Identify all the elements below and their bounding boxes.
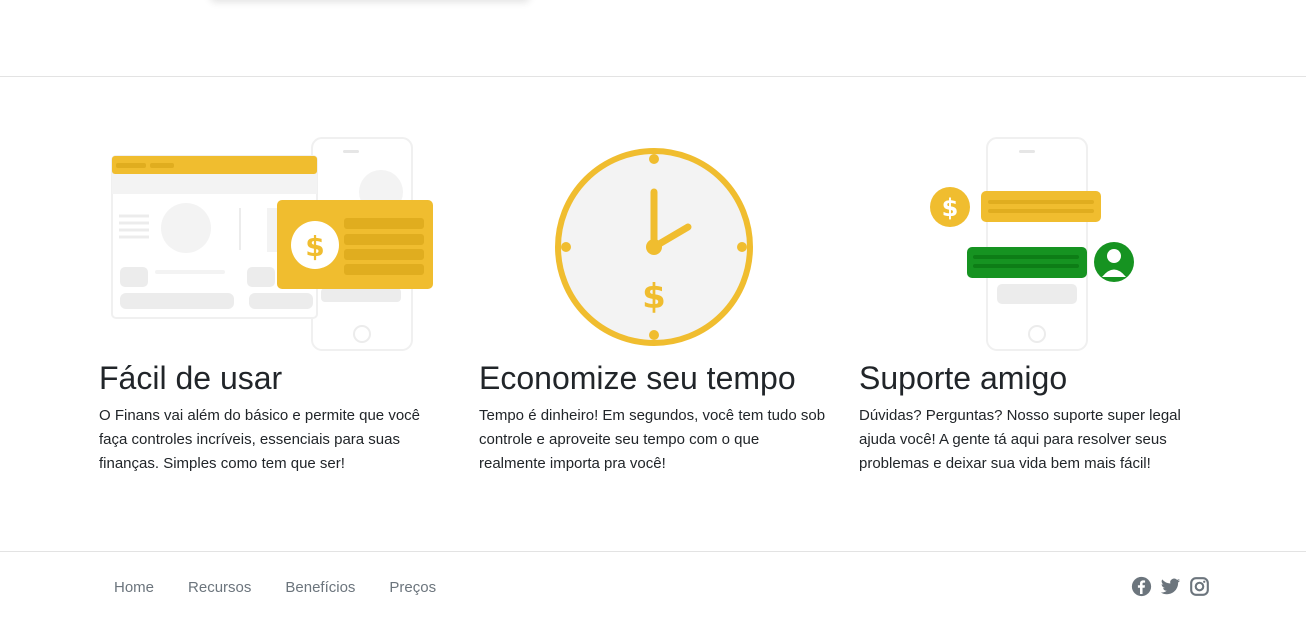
svg-text:$: $	[305, 230, 324, 263]
dashboard-phone-illustration-icon: $	[111, 137, 433, 351]
social-links	[1131, 576, 1210, 597]
page: $ Fácil de usar O Finans vai além do bás…	[0, 0, 1306, 623]
footer-nav: Home Recursos Benefícios Preços	[114, 577, 470, 599]
clock-money-illustration-icon: $	[555, 148, 753, 346]
footer-link-beneficios[interactable]: Benefícios	[285, 577, 355, 599]
svg-text:$: $	[942, 194, 959, 222]
footer-link-recursos[interactable]: Recursos	[188, 577, 251, 599]
feature-description: O Finans vai além do básico e permite qu…	[99, 407, 420, 472]
twitter-icon[interactable]	[1160, 576, 1181, 597]
footer-divider	[0, 551, 1306, 552]
feature-title: Economize seu tempo	[479, 360, 796, 396]
svg-text:$: $	[642, 277, 666, 317]
footer-link-precos[interactable]: Preços	[389, 577, 436, 599]
chat-support-illustration-icon: $	[930, 137, 1134, 351]
section-divider-top	[0, 76, 1306, 77]
feature-title: Fácil de usar	[99, 360, 283, 396]
feature-description: Tempo é dinheiro! Em segundos, você tem …	[479, 407, 826, 472]
footer-link-home[interactable]: Home	[114, 577, 154, 599]
instagram-icon[interactable]	[1189, 576, 1210, 597]
feature-title: Suporte amigo	[859, 360, 1068, 396]
feature-description: Dúvidas? Perguntas? Nosso suporte super …	[859, 407, 1181, 472]
facebook-icon[interactable]	[1131, 576, 1152, 597]
